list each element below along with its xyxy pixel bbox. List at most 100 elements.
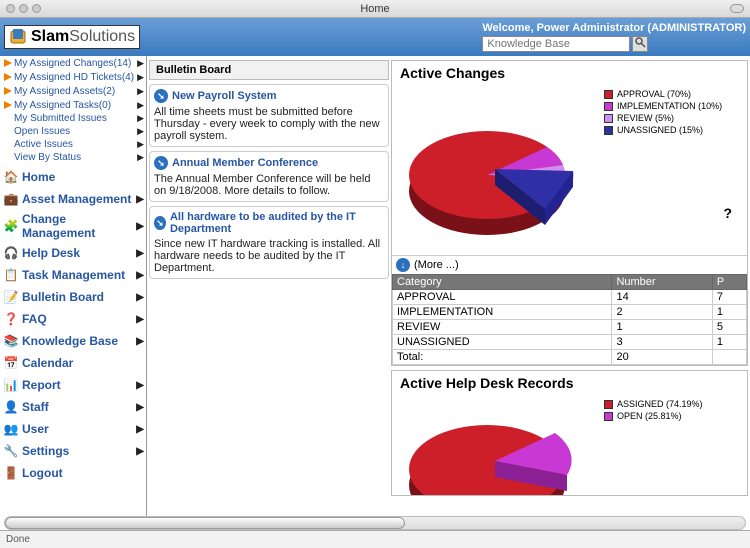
chart-title: Active Help Desk Records (392, 371, 747, 395)
table-cell: 1 (612, 320, 712, 335)
pie-chart-icon (392, 85, 602, 255)
legend-label: ASSIGNED (74.19%) (617, 399, 703, 409)
table-cell: 20 (612, 350, 712, 365)
arrow-icon (2, 99, 14, 111)
table-cell: APPROVAL (393, 290, 612, 305)
chevron-right-icon: ▶ (137, 72, 144, 83)
table-row: APPROVAL147 (393, 290, 747, 305)
nav-label: Task Management (22, 268, 136, 282)
nav-label: FAQ (22, 312, 136, 326)
nav-item-bulletin-board[interactable]: 📝Bulletin Board▶ (0, 286, 146, 308)
nav-icon: 📋 (2, 266, 20, 284)
legend-swatch-icon (604, 102, 613, 111)
table-header[interactable]: Category (393, 275, 612, 290)
nav-label: Logout (22, 466, 144, 480)
my-item-label: Active Issues (14, 139, 137, 150)
minimize-icon[interactable] (19, 4, 28, 13)
legend-item: UNASSIGNED (15%) (604, 125, 745, 135)
bulletin-item[interactable]: ➘New Payroll SystemAll time sheets must … (149, 84, 389, 147)
nav-item-asset-management[interactable]: 💼Asset Management▶ (0, 188, 146, 210)
sidebar: My Assigned Changes(14)▶My Assigned HD T… (0, 56, 147, 530)
nav-item-user[interactable]: 👥User▶ (0, 418, 146, 440)
sidebar-my-item[interactable]: My Submitted Issues▶ (0, 112, 146, 125)
search-input[interactable] (482, 36, 630, 52)
nav-icon: 👤 (2, 398, 20, 416)
nav-label: Home (22, 170, 144, 184)
logo[interactable]: SlamSolutions (4, 25, 140, 49)
chevron-right-icon: ▶ (136, 424, 144, 435)
nav-item-knowledge-base[interactable]: 📚Knowledge Base▶ (0, 330, 146, 352)
window-controls[interactable] (6, 4, 41, 13)
sidebar-my-item[interactable]: Active Issues▶ (0, 138, 146, 151)
nav-label: Settings (22, 444, 136, 458)
sidebar-my-item[interactable]: My Assigned HD Tickets(4)▶ (0, 70, 146, 84)
close-icon[interactable] (6, 4, 15, 13)
table-row: UNASSIGNED31 (393, 335, 747, 350)
nav-item-change-management[interactable]: 🧩Change Management▶ (0, 210, 146, 242)
nav-item-staff[interactable]: 👤Staff▶ (0, 396, 146, 418)
pie-chart-icon (392, 395, 602, 495)
legend-item: APPROVAL (70%) (604, 89, 745, 99)
sidebar-my-item[interactable]: View By Status▶ (0, 151, 146, 164)
sidebar-my-item[interactable]: My Assigned Assets(2)▶ (0, 84, 146, 98)
more-link[interactable]: ↓ (More ...) (392, 255, 747, 274)
arrow-icon: ➘ (154, 89, 168, 103)
bulletin-item[interactable]: ➘Annual Member ConferenceThe Annual Memb… (149, 151, 389, 202)
table-cell (712, 350, 746, 365)
changes-table: CategoryNumberP APPROVAL147IMPLEMENTATIO… (392, 274, 747, 365)
chevron-right-icon: ▶ (137, 100, 144, 111)
nav-label: User (22, 422, 136, 436)
help-icon[interactable]: ? (723, 205, 732, 221)
my-item-label: My Assigned HD Tickets(4) (14, 72, 137, 83)
nav-icon: 📊 (2, 376, 20, 394)
nav-item-calendar[interactable]: 📅Calendar (0, 352, 146, 374)
arrow-icon (2, 85, 14, 97)
legend-label: UNASSIGNED (15%) (617, 125, 703, 135)
window-pill-icon[interactable] (730, 4, 744, 13)
active-helpdesk-panel: Active Help Desk Records ASSIGNED (74.19… (391, 370, 748, 496)
sidebar-my-item[interactable]: My Assigned Tasks(0)▶ (0, 98, 146, 112)
nav-item-home[interactable]: 🏠Home (0, 166, 146, 188)
chevron-right-icon: ▶ (136, 194, 144, 205)
zoom-icon[interactable] (32, 4, 41, 13)
table-cell: 14 (612, 290, 712, 305)
legend-item: IMPLEMENTATION (10%) (604, 101, 745, 111)
search-icon (635, 37, 646, 51)
bulletin-body: The Annual Member Conference will be hel… (154, 173, 384, 197)
table-header[interactable]: P (712, 275, 746, 290)
table-cell: 1 (712, 335, 746, 350)
nav-label: Help Desk (22, 246, 136, 260)
my-item-label: My Assigned Tasks(0) (14, 100, 137, 111)
nav-item-report[interactable]: 📊Report▶ (0, 374, 146, 396)
table-header[interactable]: Number (612, 275, 712, 290)
chevron-right-icon: ▶ (136, 248, 144, 259)
sidebar-my-item[interactable]: Open Issues▶ (0, 125, 146, 138)
status-bar: Done (0, 530, 750, 548)
logo-text-1: Slam (31, 28, 69, 46)
chevron-right-icon: ▶ (136, 402, 144, 413)
nav-item-faq[interactable]: ❓FAQ▶ (0, 308, 146, 330)
scrollbar-thumb[interactable] (5, 517, 405, 529)
nav-icon: 📅 (2, 354, 20, 372)
nav-item-help-desk[interactable]: 🎧Help Desk▶ (0, 242, 146, 264)
bulletin-body: Since new IT hardware tracking is instal… (154, 238, 384, 274)
bulletin-board-title: Bulletin Board (149, 60, 389, 80)
nav-icon: 🚪 (2, 464, 20, 482)
legend-swatch-icon (604, 412, 613, 421)
nav-item-settings[interactable]: 🔧Settings▶ (0, 440, 146, 462)
nav-icon: 🎧 (2, 244, 20, 262)
chevron-right-icon: ▶ (137, 152, 144, 163)
arrow-icon: ➘ (154, 156, 168, 170)
horizontal-scrollbar[interactable] (4, 516, 746, 530)
nav-item-logout[interactable]: 🚪Logout (0, 462, 146, 484)
chevron-right-icon: ▶ (136, 446, 144, 457)
sidebar-my-item[interactable]: My Assigned Changes(14)▶ (0, 56, 146, 70)
nav-item-task-management[interactable]: 📋Task Management▶ (0, 264, 146, 286)
legend-item: OPEN (25.81%) (604, 411, 745, 421)
window-titlebar: Home (0, 0, 750, 18)
chevron-right-icon: ▶ (136, 270, 144, 281)
legend-label: APPROVAL (70%) (617, 89, 691, 99)
search-button[interactable] (632, 36, 648, 52)
legend-label: OPEN (25.81%) (617, 411, 682, 421)
bulletin-item[interactable]: ➘All hardware to be audited by the IT De… (149, 206, 389, 279)
